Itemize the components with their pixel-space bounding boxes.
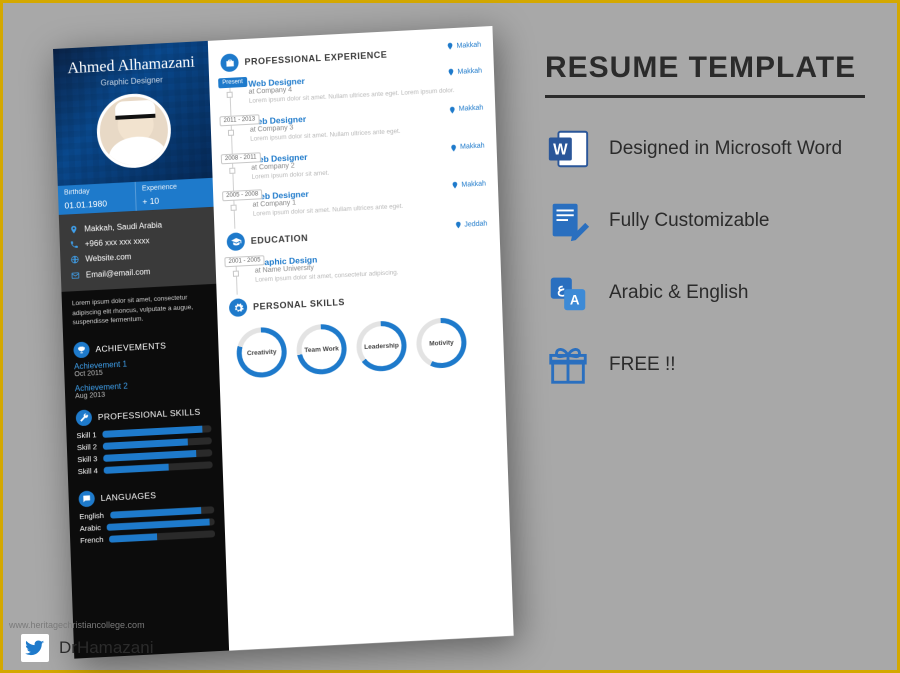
edit-icon	[545, 198, 591, 244]
period-badge: 2008 - 2011	[221, 152, 261, 164]
birthday-label: Birthday	[64, 186, 129, 196]
education-title: EDUCATION	[251, 233, 309, 246]
feature-text: Fully Customizable	[609, 210, 770, 232]
personal-skills-title: PERSONAL SKILLS	[253, 297, 345, 312]
contact-email: Email@email.com	[86, 264, 151, 283]
skill-circle: Creativity	[236, 326, 288, 379]
pro-skills-title: PROFESSIONAL SKILLS	[98, 407, 201, 422]
watermark-credit: www.heritagechristiancollege.com	[9, 620, 145, 630]
location-tag: Makkah	[446, 41, 481, 51]
skill-circle: Leadership	[356, 320, 408, 373]
bio-text: Lorem ipsum dolor sit amet, consectetur …	[61, 284, 217, 337]
feature-text: FREE !!	[609, 354, 676, 376]
svg-text:ع: ع	[557, 281, 565, 297]
birthday-value: 01.01.1980	[64, 197, 129, 210]
experience-title: PROFESSIONAL EXPERIENCE	[244, 50, 387, 67]
feature-row: W Designed in Microsoft Word	[545, 126, 865, 172]
resume-sidebar: Ahmed Alhamazani Graphic Designer Birthd…	[53, 41, 229, 659]
promo-underline	[545, 95, 865, 98]
experience-value: + 10	[142, 193, 207, 206]
promo-title: RESUME TEMPLATE	[545, 51, 865, 85]
email-icon	[71, 271, 80, 280]
skill-circle: Team Work	[296, 323, 348, 376]
wrench-icon	[76, 409, 93, 426]
languages-title: LANGUAGES	[101, 490, 157, 503]
gear-icon	[229, 298, 248, 317]
promo-panel: RESUME TEMPLATE W Designed in Microsoft …	[545, 51, 865, 414]
phone-icon	[70, 240, 79, 249]
avatar	[95, 92, 171, 170]
feature-row: FREE !!	[545, 342, 865, 388]
briefcase-icon	[220, 53, 239, 72]
gradcap-icon	[227, 232, 246, 251]
feature-text: Designed in Microsoft Word	[609, 138, 842, 160]
resume-document: Ahmed Alhamazani Graphic Designer Birthd…	[53, 26, 514, 659]
word-icon: W	[545, 126, 591, 172]
lang-icon: عA	[545, 270, 591, 316]
location-icon	[69, 225, 78, 234]
resume-main: PROFESSIONAL EXPERIENCE Makkah Present W…	[208, 26, 514, 651]
experience-label: Experience	[142, 182, 207, 192]
trophy-icon	[73, 342, 90, 359]
period-badge: 2011 - 2013	[219, 114, 259, 126]
chat-icon	[78, 490, 95, 507]
feature-row: عA Arabic & English	[545, 270, 865, 316]
gift-icon	[545, 342, 591, 388]
contacts: Makkah, Saudi Arabia +966 xxx xxx xxxx W…	[59, 207, 216, 292]
svg-text:A: A	[570, 293, 580, 308]
location-tag: Jeddah	[454, 220, 487, 230]
timeline-item: 2001 - 2005 Graphic Design at Name Unive…	[254, 244, 489, 294]
twitter-icon	[21, 634, 49, 662]
feature-row: Fully Customizable	[545, 198, 865, 244]
skill-circle: Motivity	[416, 317, 468, 370]
twitter-username: DrHamazani	[59, 638, 153, 658]
svg-text:W: W	[553, 142, 568, 159]
twitter-handle[interactable]: DrHamazani	[21, 634, 153, 662]
website-icon	[70, 255, 79, 264]
feature-text: Arabic & English	[609, 282, 748, 304]
period-badge: Present	[218, 77, 247, 88]
achievements-title: ACHIEVEMENTS	[95, 340, 166, 354]
